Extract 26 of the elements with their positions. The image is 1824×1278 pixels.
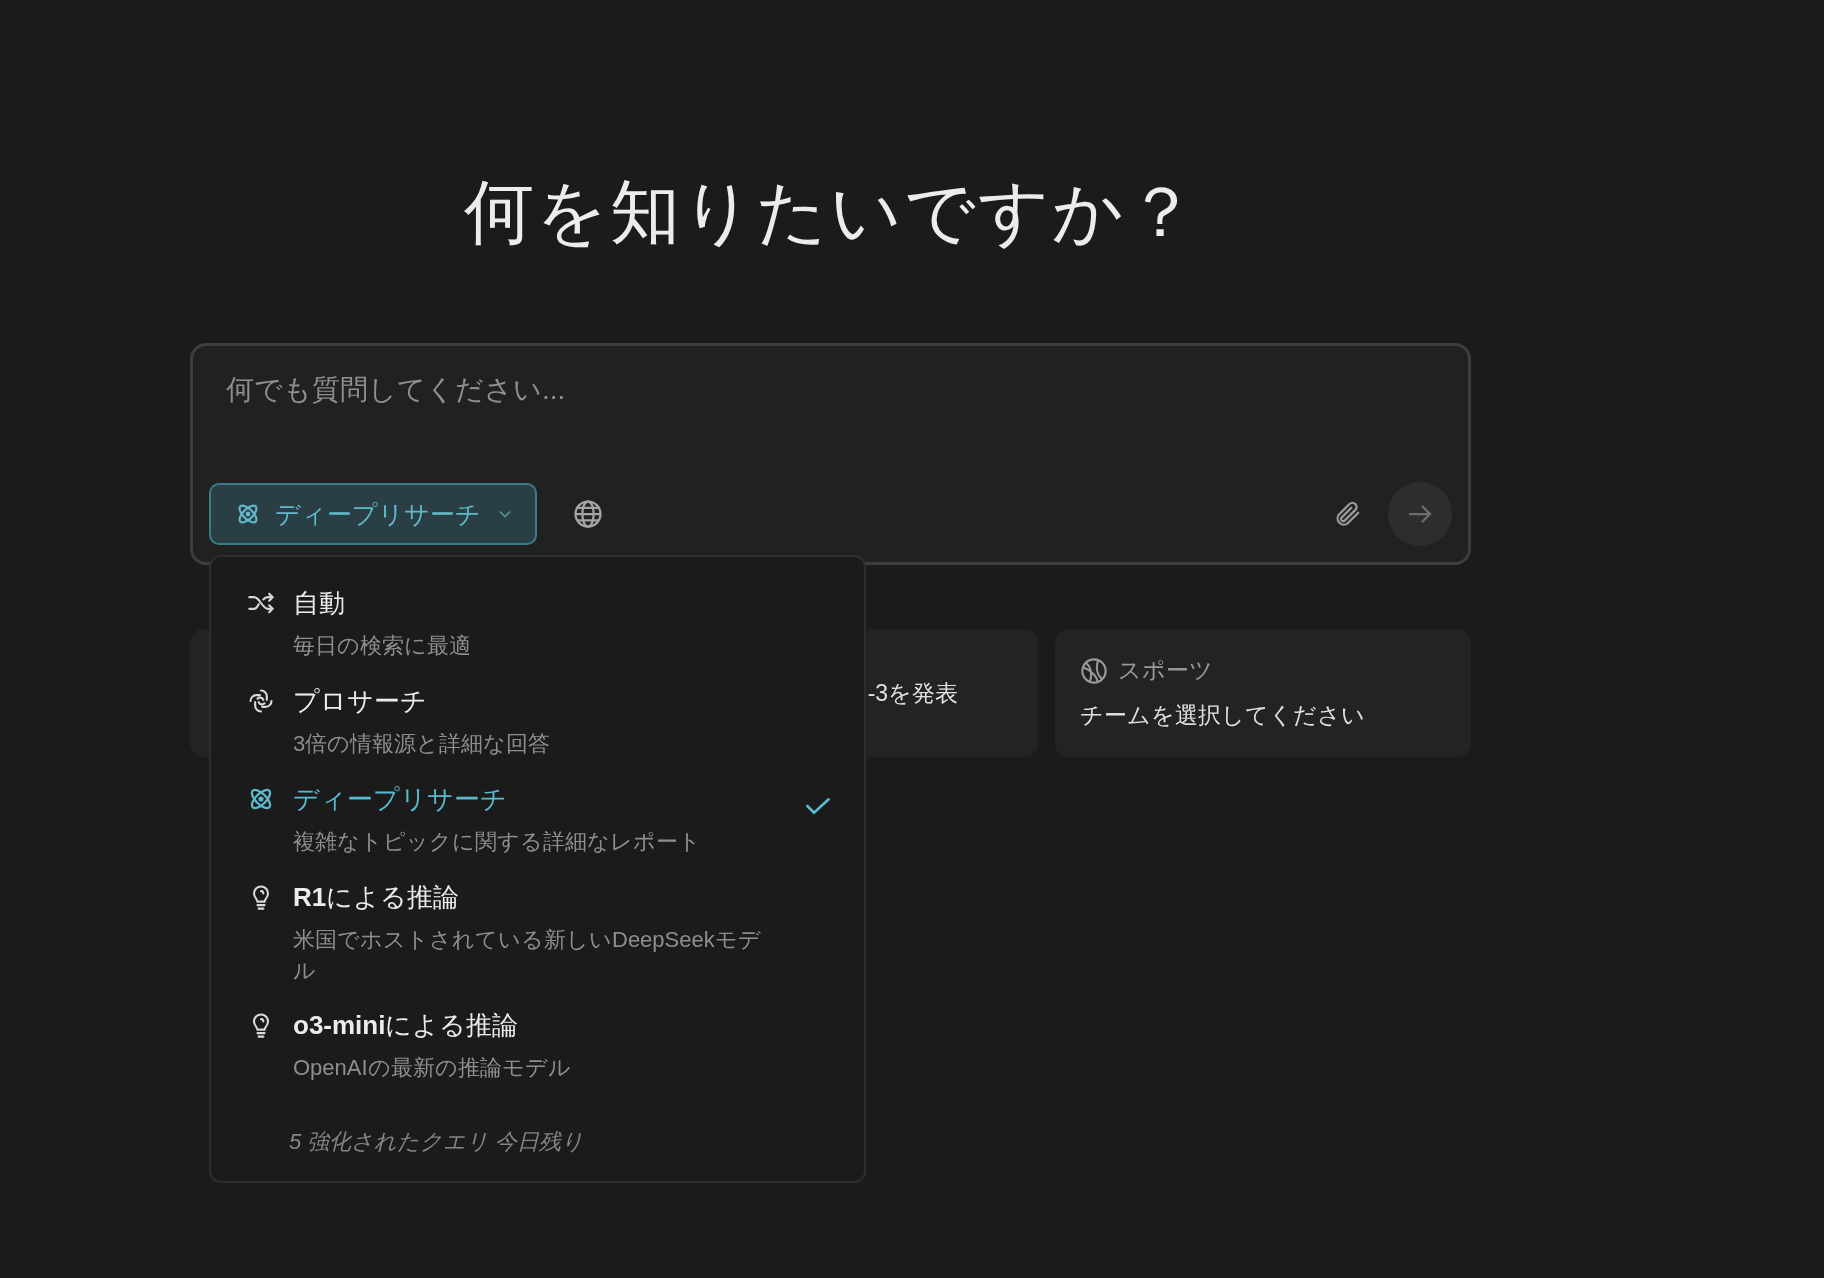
swirl-icon: [247, 687, 275, 715]
option-title: ディープリサーチ: [293, 783, 508, 816]
query-input[interactable]: 何でも質問してください...: [209, 374, 1026, 406]
basketball-icon: [1080, 656, 1109, 685]
option-title: 自動: [293, 587, 346, 620]
suggestion-text: -3を発表: [867, 678, 959, 708]
mode-option[interactable]: o3-miniによる推論 OpenAIの最新の推論モデル: [247, 1000, 834, 1099]
remaining-queries-note: 5 強化されたクエリ 今日残り: [289, 1127, 586, 1156]
topic-label: スポーツ: [1118, 656, 1214, 685]
mode-option[interactable]: プロサーチ 3倍の情報源と詳細な回答: [247, 677, 834, 775]
option-title: R1による推論: [293, 881, 461, 914]
option-description: 複雑なトピックに関する詳細なレポート: [293, 828, 702, 856]
option-description: 米国でホストされている新しいDeepSeekモデル: [293, 926, 762, 985]
option-description: OpenAIの最新の推論モデル: [293, 1053, 572, 1082]
suggestion-card[interactable]: スポーツ チームを選択してください: [1055, 629, 1471, 757]
globe-icon[interactable]: [573, 499, 603, 529]
mode-button[interactable]: ディープリサーチ: [209, 483, 537, 545]
option-description: 3倍の情報源と詳細な回答: [293, 730, 552, 758]
mode-option[interactable]: R1による推論 米国でホストされている新しいDeepSeekモデル: [247, 873, 834, 1001]
option-title: プロサーチ: [293, 685, 428, 718]
suggestion-text: チームを選択してください: [1080, 701, 1367, 730]
option-title: o3-miniによる推論: [293, 1008, 520, 1042]
option-description: 毎日の検索に最適: [293, 632, 472, 660]
mode-option[interactable]: ディープリサーチ 複雑なトピックに関する詳細なレポート: [247, 775, 834, 873]
mode-option[interactable]: 自動 毎日の検索に最適: [247, 579, 834, 677]
page-heading: 何を知りたいですか？: [462, 172, 1199, 247]
